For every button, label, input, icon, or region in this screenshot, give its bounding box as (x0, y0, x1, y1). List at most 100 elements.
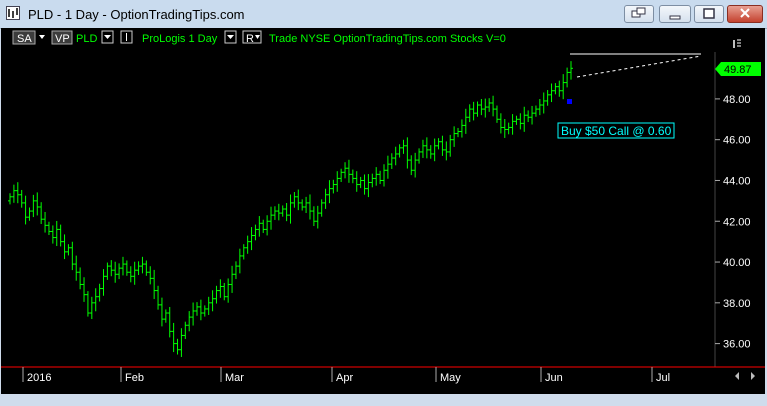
price-tick-label: 48.00 (723, 94, 751, 106)
ohlc-bar (167, 307, 172, 338)
chart-menu-icon[interactable] (733, 39, 741, 48)
ohlc-bar (140, 256, 145, 274)
ohlc-bar (432, 138, 437, 162)
ohlc-bar (385, 155, 390, 179)
sa-dropdown-icon[interactable] (39, 35, 45, 39)
maximize-button[interactable] (694, 5, 724, 23)
time-label: May (440, 372, 461, 384)
ohlc-bar (413, 152, 418, 178)
ohlc-bar (533, 105, 538, 117)
ohlc-bar (175, 338, 180, 355)
ohlc-bar (183, 321, 188, 340)
time-label: Jun (545, 372, 563, 384)
ohlc-bar (502, 118, 507, 138)
ohlc-bar (401, 139, 406, 154)
close-icon (740, 8, 750, 18)
info-label: Trade NYSE OptionTradingTips.com Stocks … (269, 33, 506, 45)
ohlc-bar (85, 291, 90, 317)
ohlc-bar (191, 302, 196, 326)
ohlc-bar (74, 255, 79, 281)
ohlc-bar (463, 108, 468, 134)
ohlc-bar (467, 104, 472, 123)
maximize-icon (703, 8, 715, 19)
ohlc-bar (202, 305, 207, 317)
ohlc-bar (530, 105, 535, 125)
projection-line[interactable] (576, 55, 702, 78)
ohlc-bar (156, 285, 161, 310)
ohlc-bar (237, 248, 242, 274)
buy-annotation[interactable]: Buy $50 Call @ 0.60 (557, 122, 675, 139)
ohlc-bar (105, 262, 110, 280)
price-tick-label: 42.00 (723, 216, 751, 228)
price-ticks: 48.00 46.00 44.00 42.00 40.00 38.00 36.00 (715, 94, 751, 351)
ohlc-bar (339, 168, 344, 182)
ohlc-bar (358, 176, 363, 189)
ohlc-bar (27, 207, 32, 221)
ohlc-bar (280, 205, 285, 217)
ohlc-bar (93, 288, 98, 312)
ohlc-bar (233, 261, 238, 280)
ohlc-bar (370, 173, 375, 188)
close-button[interactable] (727, 5, 763, 23)
ohlc-bar (565, 67, 570, 88)
ohlc-bar (46, 221, 51, 236)
ohlc-bar (136, 261, 141, 275)
buy-signal-marker[interactable] (567, 99, 572, 104)
time-label: Mar (225, 372, 244, 384)
window-extra-icon (631, 7, 646, 18)
sa-label: SA (17, 33, 32, 45)
ohlc-bar (144, 260, 149, 276)
ohlc-bar (487, 98, 492, 112)
price-tick-label: 36.00 (723, 339, 751, 351)
ohlc-bar (288, 194, 293, 224)
chart-toolbar: SA VP PLD ProLogis 1 Day R Trade NYSE Op… (12, 30, 741, 48)
ohlc-bar (218, 279, 223, 298)
symbol-label: PLD (76, 33, 97, 45)
ohlc-bar (475, 101, 480, 117)
ohlc-bar (101, 269, 106, 296)
ohlc-bar (214, 285, 219, 304)
ohlc-bar (374, 167, 379, 186)
ohlc-bar (471, 101, 476, 121)
ohlc-bar (179, 328, 184, 357)
time-label: Feb (125, 372, 144, 384)
ohlc-bar (31, 194, 36, 218)
minimize-button[interactable] (659, 5, 691, 23)
ohlc-bar (456, 127, 461, 138)
ohlc-bar (249, 227, 254, 251)
ohlc-bar (300, 199, 305, 211)
minimize-icon (669, 15, 681, 20)
ohlc-bar (354, 171, 359, 192)
ohlc-bar (195, 302, 199, 316)
window-title: PLD - 1 Day - OptionTradingTips.com (28, 7, 245, 22)
ohlc-bar (226, 278, 231, 303)
ohlc-bar (319, 199, 324, 217)
ohlc-bar (124, 260, 129, 276)
ohlc-bar (171, 322, 176, 353)
ohlc-bar (448, 134, 453, 157)
time-label: 2016 (27, 372, 51, 384)
ohlc-bar (284, 203, 289, 222)
ohlc-bar (296, 189, 301, 211)
chart-window[interactable]: SA VP PLD ProLogis 1 Day R Trade NYSE Op… (1, 28, 765, 394)
ohlc-bar (245, 235, 250, 254)
vp-label: VP (55, 33, 70, 45)
ohlc-bar (58, 224, 63, 247)
window-titlebar: PLD - 1 Day - OptionTradingTips.com (0, 0, 767, 29)
ohlc-bar (148, 266, 153, 285)
ohlc-bar (327, 180, 332, 204)
ohlc-bar (479, 99, 484, 116)
ohlc-bar (241, 244, 246, 260)
ohlc-bar (82, 277, 87, 302)
ohlc-bar (382, 164, 386, 187)
chart-area[interactable]: SA VP PLD ProLogis 1 Day R Trade NYSE Op… (1, 28, 765, 394)
ohlc-bar (569, 61, 573, 80)
chart-app-icon (6, 6, 20, 20)
r-label: R (246, 33, 254, 45)
ohlc-bar (132, 261, 137, 285)
ohlc-bar (331, 179, 336, 194)
ohlc-bar (187, 311, 192, 332)
ohlc-bar (483, 98, 488, 118)
ohlc-bar (222, 282, 227, 301)
window-extra-button[interactable] (624, 5, 654, 23)
